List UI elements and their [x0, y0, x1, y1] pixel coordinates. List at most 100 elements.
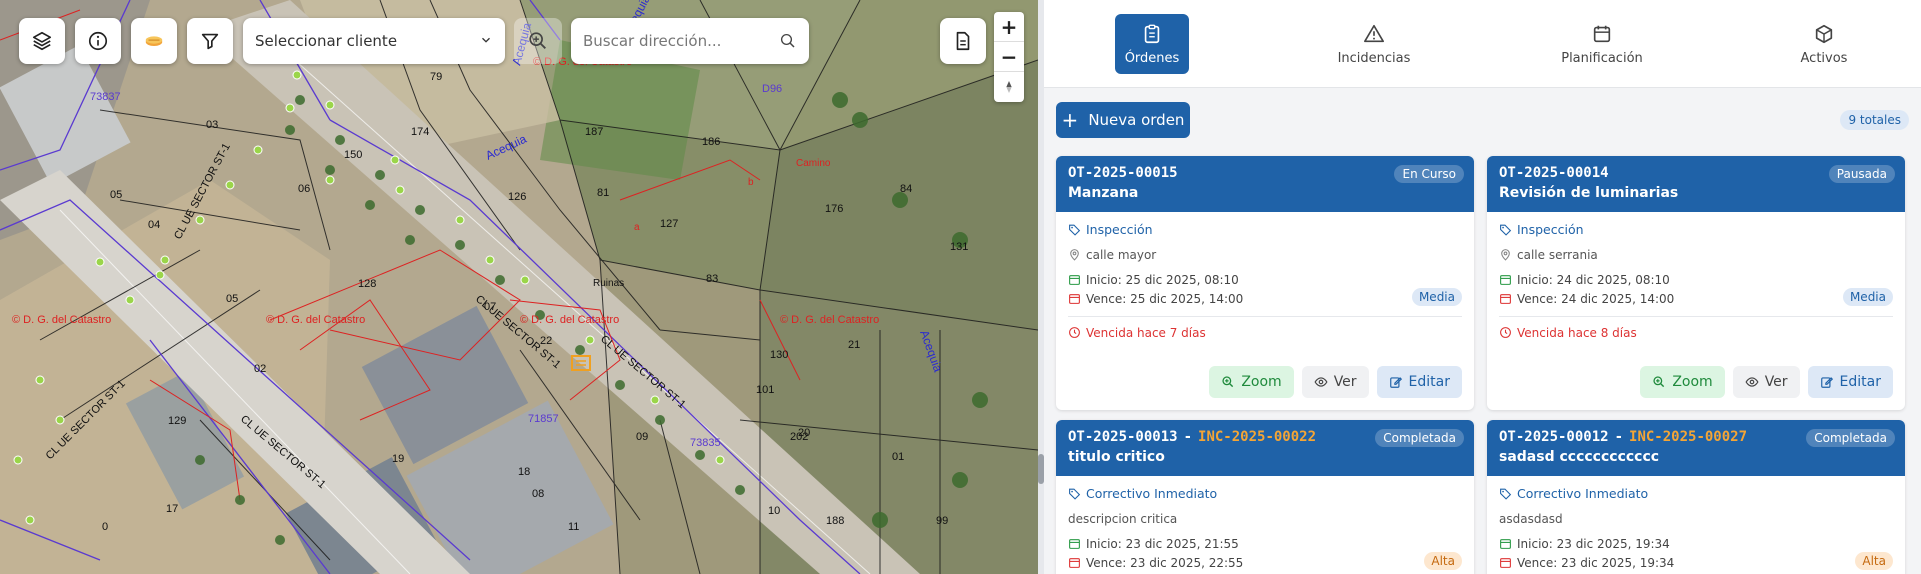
start-row: Inicio: 23 dic 2025, 21:55 — [1068, 534, 1462, 553]
incident-code[interactable]: INC-2025-00022 — [1198, 429, 1316, 445]
work-order-card[interactable]: OT-2025-00015 Manzana En Curso Inspecció… — [1056, 156, 1474, 410]
pie-icon — [145, 36, 163, 47]
eye-icon — [1745, 377, 1759, 387]
calendar-due-icon — [1500, 558, 1511, 568]
catastro-attribution: © D. G. del Catastro — [12, 314, 112, 326]
tab-planificacion[interactable]: Planificación — [1546, 14, 1658, 74]
address-search[interactable] — [571, 18, 809, 64]
new-order-button[interactable]: + Nueva orden — [1056, 102, 1190, 138]
code-separator: - — [1614, 429, 1624, 445]
category-label: Inspección — [1517, 222, 1584, 237]
calendar-icon — [1593, 25, 1611, 42]
work-order-card[interactable]: OT-2025-00012- INC-2025-00027 sadasd cccc… — [1487, 420, 1905, 574]
zoom-in-button[interactable]: + — [994, 12, 1024, 42]
search-icon[interactable] — [779, 32, 797, 50]
card-body: Inspección calle serrania Inicio: 24 dic… — [1487, 212, 1905, 342]
location-pin-icon — [1501, 249, 1510, 261]
due-date: Vence: 23 dic 2025, 22:55 — [1086, 555, 1244, 570]
order-code: OT-2025-00013 — [1068, 429, 1178, 445]
priority-badge: Media — [1842, 288, 1893, 306]
status-badge: Completada — [1375, 429, 1464, 447]
location-row: calle serrania — [1499, 245, 1893, 264]
calendar-start-icon — [1500, 275, 1511, 285]
category-row: Inspección — [1499, 220, 1893, 239]
overdue-row: Vencida hace 8 días — [1499, 323, 1893, 342]
layers-icon — [32, 31, 52, 51]
category-label: Correctivo Inmediato — [1517, 486, 1649, 501]
due-row: Vence: 23 dic 2025, 22:55 — [1068, 553, 1462, 572]
info-button[interactable] — [75, 18, 121, 64]
location-pin-icon — [1070, 249, 1079, 261]
due-row: Vence: 25 dic 2025, 14:00 — [1068, 289, 1462, 308]
overdue-row: Vencida hace 7 días — [1068, 323, 1462, 342]
clock-icon — [1500, 327, 1511, 338]
warning-icon — [1364, 24, 1384, 42]
location-label: asdasdasd — [1499, 511, 1563, 526]
start-date: Inicio: 23 dic 2025, 19:34 — [1517, 536, 1670, 551]
divider — [1499, 316, 1893, 317]
priority-badge: Alta — [1424, 552, 1462, 570]
tab-label: Órdenes — [1124, 50, 1180, 66]
layers-button[interactable] — [19, 18, 65, 64]
overdue-label: Vencida hace 8 días — [1517, 325, 1637, 340]
basemap-button[interactable] — [131, 18, 177, 64]
catastro-attribution: © D. G. del Catastro — [780, 314, 880, 326]
view-button[interactable]: Ver — [1732, 366, 1800, 398]
calendar-start-icon — [1500, 539, 1511, 549]
filter-button[interactable] — [187, 18, 233, 64]
card-header: OT-2025-00015 Manzana En Curso — [1056, 156, 1474, 212]
tag-icon — [1069, 224, 1081, 236]
view-button[interactable]: Ver — [1301, 366, 1369, 398]
compass-icon — [1006, 81, 1012, 93]
edit-button[interactable]: Editar — [1376, 366, 1462, 398]
new-order-label: Nueva orden — [1088, 111, 1185, 129]
edit-button[interactable]: Editar — [1807, 366, 1893, 398]
location-row: asdasdasd — [1499, 509, 1893, 528]
tab-activos[interactable]: Activos — [1784, 14, 1864, 74]
card-header: OT-2025-00014 Revisión de luminarias Pau… — [1487, 156, 1905, 212]
work-order-card[interactable]: OT-2025-00014 Revisión de luminarias Pau… — [1487, 156, 1905, 410]
location-row: descripcion critica — [1068, 509, 1462, 528]
edit-label: Editar — [1839, 374, 1881, 390]
card-header: OT-2025-00012- INC-2025-00027 sadasd cccc… — [1487, 420, 1905, 476]
category-row: Correctivo Inmediato — [1068, 484, 1462, 503]
tab-label: Incidencias — [1337, 50, 1411, 66]
client-select[interactable]: Seleccionar cliente — [243, 18, 505, 64]
due-row: Vence: 23 dic 2025, 19:34 — [1499, 553, 1893, 572]
status-badge: En Curso — [1394, 165, 1464, 183]
card-header: OT-2025-00013- INC-2025-00022 titulo crit… — [1056, 420, 1474, 476]
client-select-value: Seleccionar cliente — [255, 32, 398, 50]
zoom-out-button[interactable]: − — [994, 42, 1024, 72]
location-label: calle mayor — [1086, 247, 1157, 262]
address-search-input[interactable] — [583, 32, 763, 50]
clipboard-icon — [1144, 24, 1160, 43]
side-panel: Órdenes Incidencias Planificación Activo… — [1044, 0, 1921, 574]
tab-ordenes[interactable]: Órdenes — [1115, 14, 1189, 74]
chevron-down-icon — [482, 37, 490, 43]
view-label: Ver — [1333, 374, 1357, 390]
reset-north-button[interactable] — [994, 72, 1024, 102]
work-order-card[interactable]: OT-2025-00013- INC-2025-00022 titulo crit… — [1056, 420, 1474, 574]
card-actions: Zoom Ver Editar — [1209, 366, 1462, 398]
card-body: Correctivo Inmediato descripcion critica… — [1056, 476, 1474, 572]
incident-code[interactable]: INC-2025-00027 — [1629, 429, 1747, 445]
location-label: descripcion critica — [1068, 511, 1178, 526]
category-label: Correctivo Inmediato — [1086, 486, 1218, 501]
plus-icon: + — [1061, 108, 1079, 132]
calendar-due-icon — [1069, 294, 1080, 304]
priority-badge: Media — [1411, 288, 1462, 306]
zoom-button[interactable]: Zoom — [1640, 366, 1725, 398]
tag-icon — [1500, 488, 1512, 500]
report-button[interactable] — [940, 18, 986, 64]
zoom-button[interactable]: Zoom — [1209, 366, 1294, 398]
start-date: Inicio: 24 dic 2025, 08:10 — [1517, 272, 1670, 287]
tab-incidencias[interactable]: Incidencias — [1319, 14, 1429, 74]
map-view[interactable]: © D. G. del Catastro © D. G. del Catastr… — [0, 0, 1038, 574]
catastro-attribution: © D. G. del Catastro — [266, 314, 366, 326]
filter-icon — [201, 33, 219, 50]
due-date: Vence: 24 dic 2025, 14:00 — [1517, 291, 1675, 306]
zoom-to-address-button[interactable] — [514, 18, 562, 64]
start-date: Inicio: 23 dic 2025, 21:55 — [1086, 536, 1239, 551]
order-code: OT-2025-00015 — [1068, 165, 1178, 181]
code-separator: - — [1183, 429, 1193, 445]
